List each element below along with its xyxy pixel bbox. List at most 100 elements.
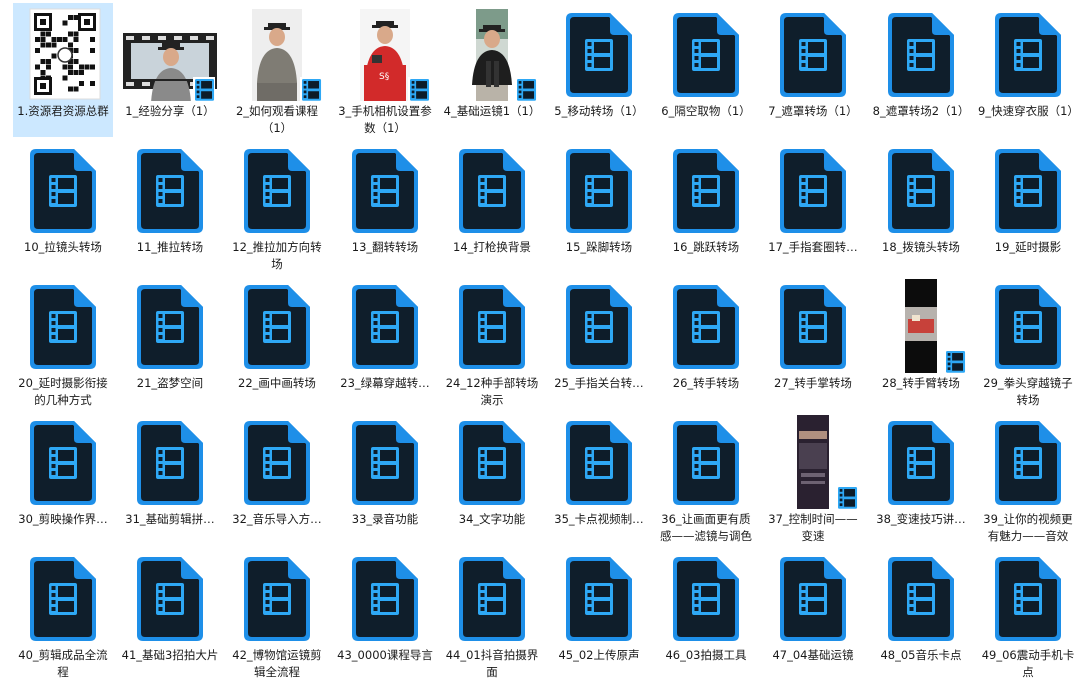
file-item[interactable]: 14_打枪换背景 (442, 139, 542, 273)
file-item[interactable]: 23_绿幕穿越转… (335, 275, 435, 409)
file-thumbnail (552, 549, 646, 645)
file-name-label: 35_卡点视频制… (554, 512, 644, 526)
video-file-icon (30, 557, 96, 641)
video-file-icon (673, 285, 739, 369)
file-thumbnail (552, 141, 646, 237)
video-file-icon (244, 285, 310, 369)
video-file-icon (244, 557, 310, 641)
file-name-label: 36_让画面更有质感——滤镜与调色 (660, 512, 752, 543)
file-item[interactable]: 41_基础3招拍大片 (120, 547, 220, 681)
file-item[interactable]: 18_拨镜头转场 (871, 139, 971, 273)
file-item[interactable]: 27_转手掌转场 (763, 275, 863, 409)
file-thumbnail (16, 413, 110, 509)
file-item[interactable]: 29_拳头穿越镜子转场 (978, 275, 1077, 409)
file-item[interactable]: 38_变速技巧讲… (871, 411, 971, 545)
file-name-label: 2_如何观看课程（1） (235, 104, 319, 135)
file-item[interactable]: 9_快速穿衣服（1） (978, 3, 1077, 137)
video-file-icon (673, 149, 739, 233)
file-item[interactable]: 6_隔空取物（1） (656, 3, 756, 137)
file-item[interactable]: 4_基础运镜1（1） (442, 3, 542, 137)
file-name-label: 17_手指套圈转… (768, 240, 858, 254)
file-name-label: 43_0000课程导言 (337, 648, 433, 662)
video-thumbnail-image (252, 9, 322, 101)
file-item[interactable]: 20_延时摄影衔接的几种方式 (13, 275, 113, 409)
file-item[interactable]: 1.资源君资源总群 (13, 3, 113, 137)
video-file-icon (673, 557, 739, 641)
file-item[interactable]: 40_剪辑成品全流程 (13, 547, 113, 681)
file-thumbnail (123, 277, 217, 373)
file-item[interactable]: 33_录音功能 (335, 411, 435, 545)
file-item[interactable]: 48_05音乐卡点 (871, 547, 971, 681)
file-name-label: 20_延时摄影衔接的几种方式 (18, 376, 108, 407)
file-item[interactable]: 37_控制时间——变速 (763, 411, 863, 545)
file-item[interactable]: 31_基础剪辑拼… (120, 411, 220, 545)
file-item[interactable]: 5_移动转场（1） (549, 3, 649, 137)
video-file-icon (780, 13, 846, 97)
file-thumbnail (552, 277, 646, 373)
file-item[interactable]: 1_经验分享（1） (120, 3, 220, 137)
file-thumbnail (659, 5, 753, 101)
file-item[interactable]: 13_翻转转场 (335, 139, 435, 273)
file-thumbnail (230, 549, 324, 645)
file-item[interactable]: 10_拉镜头转场 (13, 139, 113, 273)
file-thumbnail (16, 549, 110, 645)
file-thumbnail (981, 5, 1075, 101)
file-thumbnail (552, 5, 646, 101)
file-name-label: 45_02上传原声 (558, 648, 640, 662)
file-item[interactable]: 24_12种手部转场演示 (442, 275, 542, 409)
file-item[interactable]: 42_博物馆运镜剪辑全流程 (227, 547, 327, 681)
file-item[interactable]: 49_06震动手机卡点 (978, 547, 1077, 681)
video-thumbnail-image (905, 279, 966, 373)
file-thumbnail (659, 413, 753, 509)
file-name-label: 5_移动转场（1） (554, 104, 644, 118)
file-item[interactable]: 12_推拉加方向转场 (227, 139, 327, 273)
file-item[interactable]: 35_卡点视频制… (549, 411, 649, 545)
file-name-label: 38_变速技巧讲… (876, 512, 966, 526)
file-item[interactable]: 39_让你的视频更有魅力——音效 (978, 411, 1077, 545)
file-item[interactable]: 11_推拉转场 (120, 139, 220, 273)
file-thumbnail (230, 141, 324, 237)
file-item[interactable]: 8_遮罩转场2（1） (871, 3, 971, 137)
svg-text:S§: S§ (379, 72, 390, 82)
file-name-label: 29_拳头穿越镜子转场 (983, 376, 1073, 407)
file-name-label: 42_博物馆运镜剪辑全流程 (232, 648, 322, 679)
file-name-label: 3_手机相机设置参数（1） (338, 104, 432, 135)
file-thumbnail (445, 549, 539, 645)
file-item[interactable]: 26_转手转场 (656, 275, 756, 409)
file-thumbnail (874, 413, 968, 509)
file-item[interactable]: 7_遮罩转场（1） (763, 3, 863, 137)
file-name-label: 30_剪映操作界… (18, 512, 108, 526)
file-item[interactable]: 34_文字功能 (442, 411, 542, 545)
file-thumbnail (338, 141, 432, 237)
file-item[interactable]: 32_音乐导入方… (227, 411, 327, 545)
file-item[interactable]: 25_手指关台转… (549, 275, 649, 409)
file-item[interactable]: 36_让画面更有质感——滤镜与调色 (656, 411, 756, 545)
video-file-icon (352, 557, 418, 641)
file-thumbnail (338, 413, 432, 509)
file-thumbnail (659, 141, 753, 237)
video-file-icon (137, 557, 203, 641)
file-item[interactable]: 45_02上传原声 (549, 547, 649, 681)
file-item[interactable]: 22_画中画转场 (227, 275, 327, 409)
video-file-icon (995, 557, 1061, 641)
file-name-label: 26_转手转场 (672, 376, 740, 390)
file-item[interactable]: 46_03拍摄工具 (656, 547, 756, 681)
file-item[interactable]: 47_04基础运镜 (763, 547, 863, 681)
file-item[interactable]: 44_01抖音拍摄界面 (442, 547, 542, 681)
file-item[interactable]: 17_手指套圈转… (763, 139, 863, 273)
file-item[interactable]: 43_0000课程导言 (335, 547, 435, 681)
file-name-label: 49_06震动手机卡点 (981, 648, 1075, 679)
video-file-icon (888, 13, 954, 97)
file-item[interactable]: 19_延时摄影 (978, 139, 1077, 273)
video-file-icon (888, 557, 954, 641)
file-thumbnail (874, 549, 968, 645)
file-item[interactable]: 30_剪映操作界… (13, 411, 113, 545)
file-item[interactable]: 16_跳跃转场 (656, 139, 756, 273)
file-item[interactable]: 15_跺脚转场 (549, 139, 649, 273)
file-item[interactable]: 21_盗梦空间 (120, 275, 220, 409)
file-item[interactable]: 28_转手臂转场 (871, 275, 971, 409)
file-item[interactable]: S§ 3_手机相机设置参数（1） (335, 3, 435, 137)
file-name-label: 28_转手臂转场 (882, 376, 960, 390)
file-item[interactable]: 2_如何观看课程（1） (227, 3, 327, 137)
video-file-icon (566, 557, 632, 641)
